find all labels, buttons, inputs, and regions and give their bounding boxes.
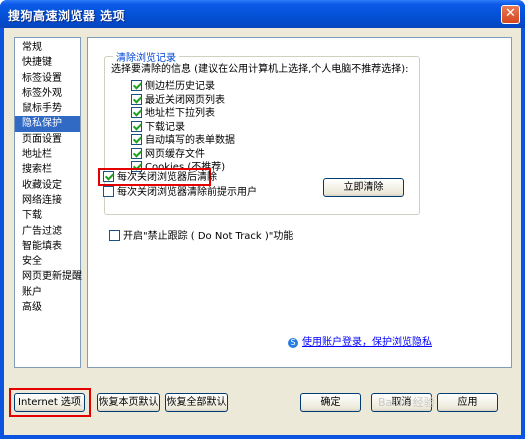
clear-on-close-option[interactable]: 每次关闭浏览器后清除 (103, 171, 217, 185)
clear-option[interactable]: 最近关闭网页列表 (131, 93, 225, 108)
clear-option-label: 地址栏下拉列表 (145, 108, 215, 119)
sidebar-item[interactable]: 标签外观 (15, 86, 80, 101)
dialog-client-area: 常规 快捷键 标签设置 标签外观 鼠标手势 隐私保护 页面设置 地址栏 搜索栏 收藏设定 网络连接下… (4, 28, 521, 435)
clear-option-label: 网页缓存文件 (145, 148, 205, 160)
options-dialog: 搜狗高速浏览器 选项 ✕ 常规 快捷键 标签设置 标签外观 鼠标手势 隐私保护 页面设置 地址… (0, 0, 525, 439)
clear-option[interactable]: 下载记录 (131, 120, 185, 135)
clear-option[interactable]: 自动填写的表单数据 (131, 134, 235, 148)
checkbox[interactable] (109, 230, 120, 241)
clear-now-button[interactable]: 立即清除 (323, 178, 404, 197)
clear-option[interactable]: 网页缓存文件 (131, 147, 205, 162)
apply-button[interactable]: 应用 (437, 393, 498, 412)
sidebar-item[interactable]: 安全 (15, 254, 80, 269)
sidebar-item[interactable]: 广告过滤 (15, 224, 80, 239)
clear-instruction: 选择要清除的信息 (建议在公用计算机上选择,个人电脑不推荐选择): (111, 64, 409, 75)
do-not-track-label: 开启"禁止跟踪 ( Do Not Track )"功能 (123, 231, 294, 242)
window-title: 搜狗高速浏览器 选项 (8, 9, 126, 23)
checkbox[interactable] (131, 93, 142, 105)
clear-option[interactable]: 侧边栏历史记录 (131, 80, 215, 94)
clear-option-label: 侧边栏历史记录 (145, 81, 215, 92)
account-login-link[interactable]: S 使用账户登录，保护浏览隐私 (288, 333, 432, 348)
watermark: Baidu 经验 (378, 396, 435, 409)
clear-option-label: 下载记录 (145, 121, 185, 133)
sidebar-item[interactable]: 高级 (15, 300, 80, 315)
prompt-before-clear-label: 每次关闭浏览器清除前提示用户 (117, 187, 257, 198)
sidebar-item[interactable]: 账户 (15, 285, 80, 300)
checkbox[interactable] (131, 80, 142, 91)
sidebar-item[interactable]: 页面设置 (15, 132, 80, 147)
sidebar-item[interactable]: 隐私保护 (15, 116, 80, 132)
sidebar-item[interactable]: 下载 (15, 208, 80, 223)
sidebar-item[interactable]: 网络连接 (15, 193, 80, 208)
restore-all-default-button[interactable]: 恢复全部默认 (165, 393, 228, 412)
account-login-link-label[interactable]: 使用账户登录，保护浏览隐私 (302, 337, 432, 348)
checkbox[interactable] (131, 120, 142, 132)
checkbox[interactable] (103, 186, 114, 197)
clear-option-label: 最近关闭网页列表 (145, 94, 225, 106)
sidebar-item[interactable]: 标签设置 (15, 71, 80, 86)
sogou-account-icon: S (288, 338, 298, 348)
title-bar: 搜狗高速浏览器 选项 ✕ (0, 0, 525, 28)
prompt-before-clear-option[interactable]: 每次关闭浏览器清除前提示用户 (103, 186, 257, 200)
restore-page-default-button[interactable]: 恢复本页默认 (97, 393, 160, 412)
privacy-settings-panel: 清除浏览记录 选择要清除的信息 (建议在公用计算机上选择,个人电脑不推荐选择):… (87, 37, 512, 368)
internet-options-button[interactable]: Internet 选项 (14, 393, 85, 412)
ok-button[interactable]: 确定 (300, 393, 361, 412)
checkbox[interactable] (131, 147, 142, 159)
sidebar-item[interactable]: 智能填表 (15, 239, 80, 254)
close-button[interactable]: ✕ (501, 5, 520, 24)
clear-option[interactable]: 地址栏下拉列表 (131, 107, 215, 121)
checkbox[interactable] (103, 171, 114, 182)
sidebar-item[interactable]: 搜索栏 (15, 162, 80, 177)
clear-on-close-label: 每次关闭浏览器后清除 (117, 172, 217, 183)
clear-option-label: 自动填写的表单数据 (145, 135, 235, 146)
sidebar-item[interactable]: 快捷键 (15, 55, 80, 70)
sidebar-item[interactable]: 收藏设定 (15, 178, 80, 193)
checkbox[interactable] (131, 107, 142, 118)
sidebar-item[interactable]: 鼠标手势 (15, 101, 80, 116)
sidebar-item[interactable]: 常规 (15, 40, 80, 55)
sidebar-item[interactable]: 地址栏 (15, 147, 80, 162)
do-not-track-option[interactable]: 开启"禁止跟踪 ( Do Not Track )"功能 (109, 227, 293, 242)
category-list: 常规 快捷键 标签设置 标签外观 鼠标手势 隐私保护 页面设置 地址栏 搜索栏 收藏设定 网络连接下… (14, 37, 82, 368)
checkbox[interactable] (131, 134, 142, 145)
sidebar-item[interactable]: 网页更新提醒 (15, 269, 82, 284)
